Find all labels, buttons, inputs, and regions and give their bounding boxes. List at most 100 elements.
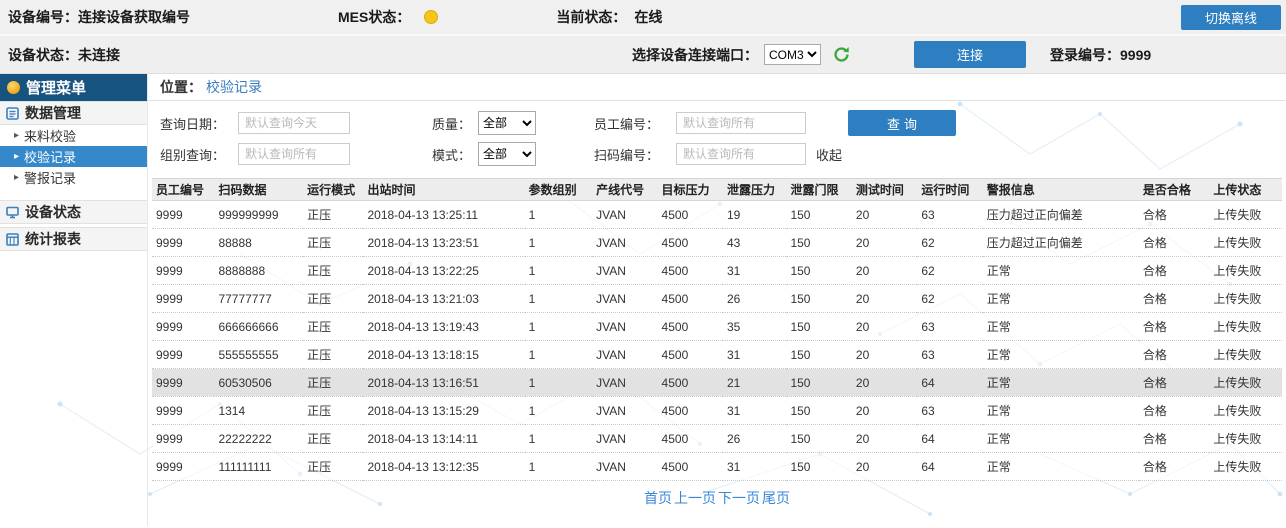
table-cell: 2018-04-13 13:25:11 (363, 201, 524, 229)
table-cell: JVAN (592, 341, 657, 369)
table-cell: 正压 (303, 313, 363, 341)
table-row[interactable]: 9999555555555正压2018-04-13 13:18:151JVAN4… (152, 341, 1282, 369)
table-cell: 正压 (303, 201, 363, 229)
table-cell: 64 (917, 369, 982, 397)
sidebar-child-label: 来料校验 (24, 126, 76, 145)
refresh-icon[interactable] (833, 46, 850, 63)
table-cell: 4500 (658, 313, 723, 341)
table-cell: 9999 (152, 397, 214, 425)
table-cell: 4500 (658, 425, 723, 453)
table-cell: 上传失败 (1209, 201, 1282, 229)
table-header-cell: 警报信息 (983, 179, 1139, 201)
table-cell: 20 (852, 201, 917, 229)
table-cell: 2018-04-13 13:15:29 (363, 397, 524, 425)
table-cell: 31 (723, 453, 786, 481)
mode-label: 模式： (432, 145, 478, 164)
mode-select[interactable]: 全部 (478, 142, 536, 166)
pagination-next-link[interactable]: 下一页 (718, 490, 760, 506)
table-cell: 4500 (658, 369, 723, 397)
pagination-prev-link[interactable]: 上一页 (674, 490, 716, 506)
sidebar-item-alarm-records[interactable]: ▸ 警报记录 (0, 167, 147, 188)
table-cell: 20 (852, 341, 917, 369)
menu-circle-icon (7, 81, 20, 94)
sidebar-item-incoming-inspection[interactable]: ▸ 来料校验 (0, 125, 147, 146)
table-cell: 合格 (1139, 341, 1209, 369)
table-cell: 1 (525, 313, 592, 341)
port-select[interactable]: COM3 (764, 44, 821, 65)
main-panel: 位置： 校验记录 查询日期： 质量： 全部 员工编号： 查询 组别查询： 模式： (148, 74, 1286, 526)
table-cell: 20 (852, 369, 917, 397)
table-cell: 上传失败 (1209, 453, 1282, 481)
connect-button[interactable]: 连接 (914, 41, 1026, 68)
sidebar-item-data-management[interactable]: 数据管理 (0, 101, 147, 125)
table-cell: 8888888 (214, 257, 303, 285)
table-row[interactable]: 999960530506正压2018-04-13 13:16:511JVAN45… (152, 369, 1282, 397)
sidebar-item-device-status[interactable]: 设备状态 (0, 200, 147, 224)
table-body: 9999999999999正压2018-04-13 13:25:111JVAN4… (152, 201, 1282, 481)
table-cell: 63 (917, 341, 982, 369)
table-cell: 合格 (1139, 397, 1209, 425)
table-cell: 合格 (1139, 229, 1209, 257)
table-row[interactable]: 9999111111111正压2018-04-13 13:12:351JVAN4… (152, 453, 1282, 481)
table-cell: 正压 (303, 285, 363, 313)
table-cell: 62 (917, 257, 982, 285)
table-cell: 63 (917, 201, 982, 229)
table-cell: 555555555 (214, 341, 303, 369)
collapse-link[interactable]: 收起 (816, 145, 842, 164)
table-cell: 20 (852, 229, 917, 257)
table-cell: 正常 (983, 257, 1139, 285)
chevron-right-icon: ▸ (14, 151, 19, 162)
table-header-cell: 上传状态 (1209, 179, 1282, 201)
query-button[interactable]: 查询 (848, 110, 956, 136)
table-cell: 2018-04-13 13:21:03 (363, 285, 524, 313)
table-cell: 9999 (152, 313, 214, 341)
sidebar-item-statistics-report[interactable]: 统计报表 (0, 227, 147, 251)
table-header-cell: 测试时间 (852, 179, 917, 201)
group-query-input[interactable] (238, 143, 350, 165)
table-row[interactable]: 999922222222正压2018-04-13 13:14:111JVAN45… (152, 425, 1282, 453)
device-connect-bar: 设备状态：未连接 选择设备连接端口： COM3 连接 登录编号：9999 (0, 36, 1286, 74)
table-cell: 正压 (303, 341, 363, 369)
pagination-first-link[interactable]: 首页 (644, 490, 672, 506)
sidebar-item-calibration-records[interactable]: ▸ 校验记录 (0, 146, 147, 167)
table-cell: JVAN (592, 257, 657, 285)
table-cell: 4500 (658, 285, 723, 313)
table-row[interactable]: 9999666666666正压2018-04-13 13:19:431JVAN4… (152, 313, 1282, 341)
table-header-cell: 目标压力 (658, 179, 723, 201)
sidebar-title: 管理菜单 (0, 74, 147, 101)
table-cell: 35 (723, 313, 786, 341)
table-cell: 正常 (983, 425, 1139, 453)
pagination-last-link[interactable]: 尾页 (762, 490, 790, 506)
table-cell: JVAN (592, 229, 657, 257)
table-cell: 2018-04-13 13:19:43 (363, 313, 524, 341)
table-cell: 1 (525, 341, 592, 369)
breadcrumb-current-link[interactable]: 校验记录 (206, 77, 262, 97)
current-status-value: 在线 (634, 7, 662, 27)
table-row[interactable]: 999988888正压2018-04-13 13:23:511JVAN45004… (152, 229, 1282, 257)
table-row[interactable]: 99991314正压2018-04-13 13:15:291JVAN450031… (152, 397, 1282, 425)
table-cell: 9999 (152, 341, 214, 369)
quality-select[interactable]: 全部 (478, 111, 536, 135)
table-row[interactable]: 9999999999999正压2018-04-13 13:25:111JVAN4… (152, 201, 1282, 229)
table-cell: 150 (786, 313, 851, 341)
table-cell: 2018-04-13 13:22:25 (363, 257, 524, 285)
query-date-input[interactable] (238, 112, 350, 134)
table-cell: 9999 (152, 425, 214, 453)
employee-number-input[interactable] (676, 112, 806, 134)
switch-offline-button[interactable]: 切换离线 (1181, 5, 1281, 30)
table-cell: 150 (786, 425, 851, 453)
table-row[interactable]: 99998888888正压2018-04-13 13:22:251JVAN450… (152, 257, 1282, 285)
table-header-cell: 员工编号 (152, 179, 214, 201)
device-status-label: 设备状态：未连接 (8, 45, 120, 65)
table-cell: JVAN (592, 201, 657, 229)
table-cell: 111111111 (214, 453, 303, 481)
scan-code-input[interactable] (676, 143, 806, 165)
table-cell: 压力超过正向偏差 (983, 229, 1139, 257)
table-cell: 正常 (983, 369, 1139, 397)
table-cell: 150 (786, 397, 851, 425)
table-cell: 正压 (303, 397, 363, 425)
table-cell: 62 (917, 285, 982, 313)
table-cell: 9999 (152, 285, 214, 313)
table-cell: 合格 (1139, 369, 1209, 397)
table-row[interactable]: 999977777777正压2018-04-13 13:21:031JVAN45… (152, 285, 1282, 313)
